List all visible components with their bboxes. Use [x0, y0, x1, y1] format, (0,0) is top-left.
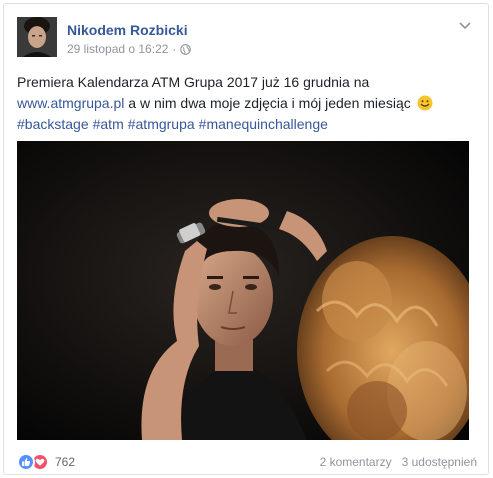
author-name[interactable]: Nikodem Rozbicki	[67, 22, 188, 38]
post-card: Nikodem Rozbicki 29 listopad o 16:22 · P…	[3, 3, 489, 475]
post-footer: 762 2 komentarzy 3 udostępnień	[17, 451, 477, 473]
post-text-intro: Premiera Kalendarza ATM Grupa 2017 już 1…	[17, 74, 370, 90]
engagement-stats: 2 komentarzy 3 udostępnień	[320, 455, 477, 469]
smile-emoji-icon	[417, 95, 433, 111]
globe-icon[interactable]	[180, 43, 192, 55]
like-reaction-icon	[17, 453, 35, 471]
hashtag-manequinchallenge[interactable]: #manequinchallenge	[199, 116, 328, 132]
post-meta: 29 listopad o 16:22 ·	[67, 42, 192, 56]
hashtag-atmgrupa[interactable]: #atmgrupa	[128, 116, 195, 132]
post-photo[interactable]	[17, 141, 469, 440]
comments-count-link[interactable]: 2 komentarzy	[320, 455, 392, 469]
hashtag-atm[interactable]: #atm	[93, 116, 124, 132]
hashtag-backstage[interactable]: #backstage	[17, 116, 89, 132]
meta-separator: ·	[172, 42, 177, 56]
reactions-summary[interactable]: 762	[17, 453, 75, 471]
shares-count-link[interactable]: 3 udostępnień	[402, 455, 477, 469]
post-link[interactable]: www.atmgrupa.pl	[17, 95, 124, 111]
post-text-continued: a w nim dwa moje zdjęcia i mój jeden mie…	[124, 95, 415, 111]
reaction-count: 762	[55, 455, 76, 469]
post-text: Premiera Kalendarza ATM Grupa 2017 już 1…	[17, 72, 477, 135]
chevron-down-icon[interactable]	[458, 20, 472, 30]
avatar[interactable]	[17, 17, 57, 57]
timestamp[interactable]: 29 listopad o 16:22	[67, 42, 168, 56]
